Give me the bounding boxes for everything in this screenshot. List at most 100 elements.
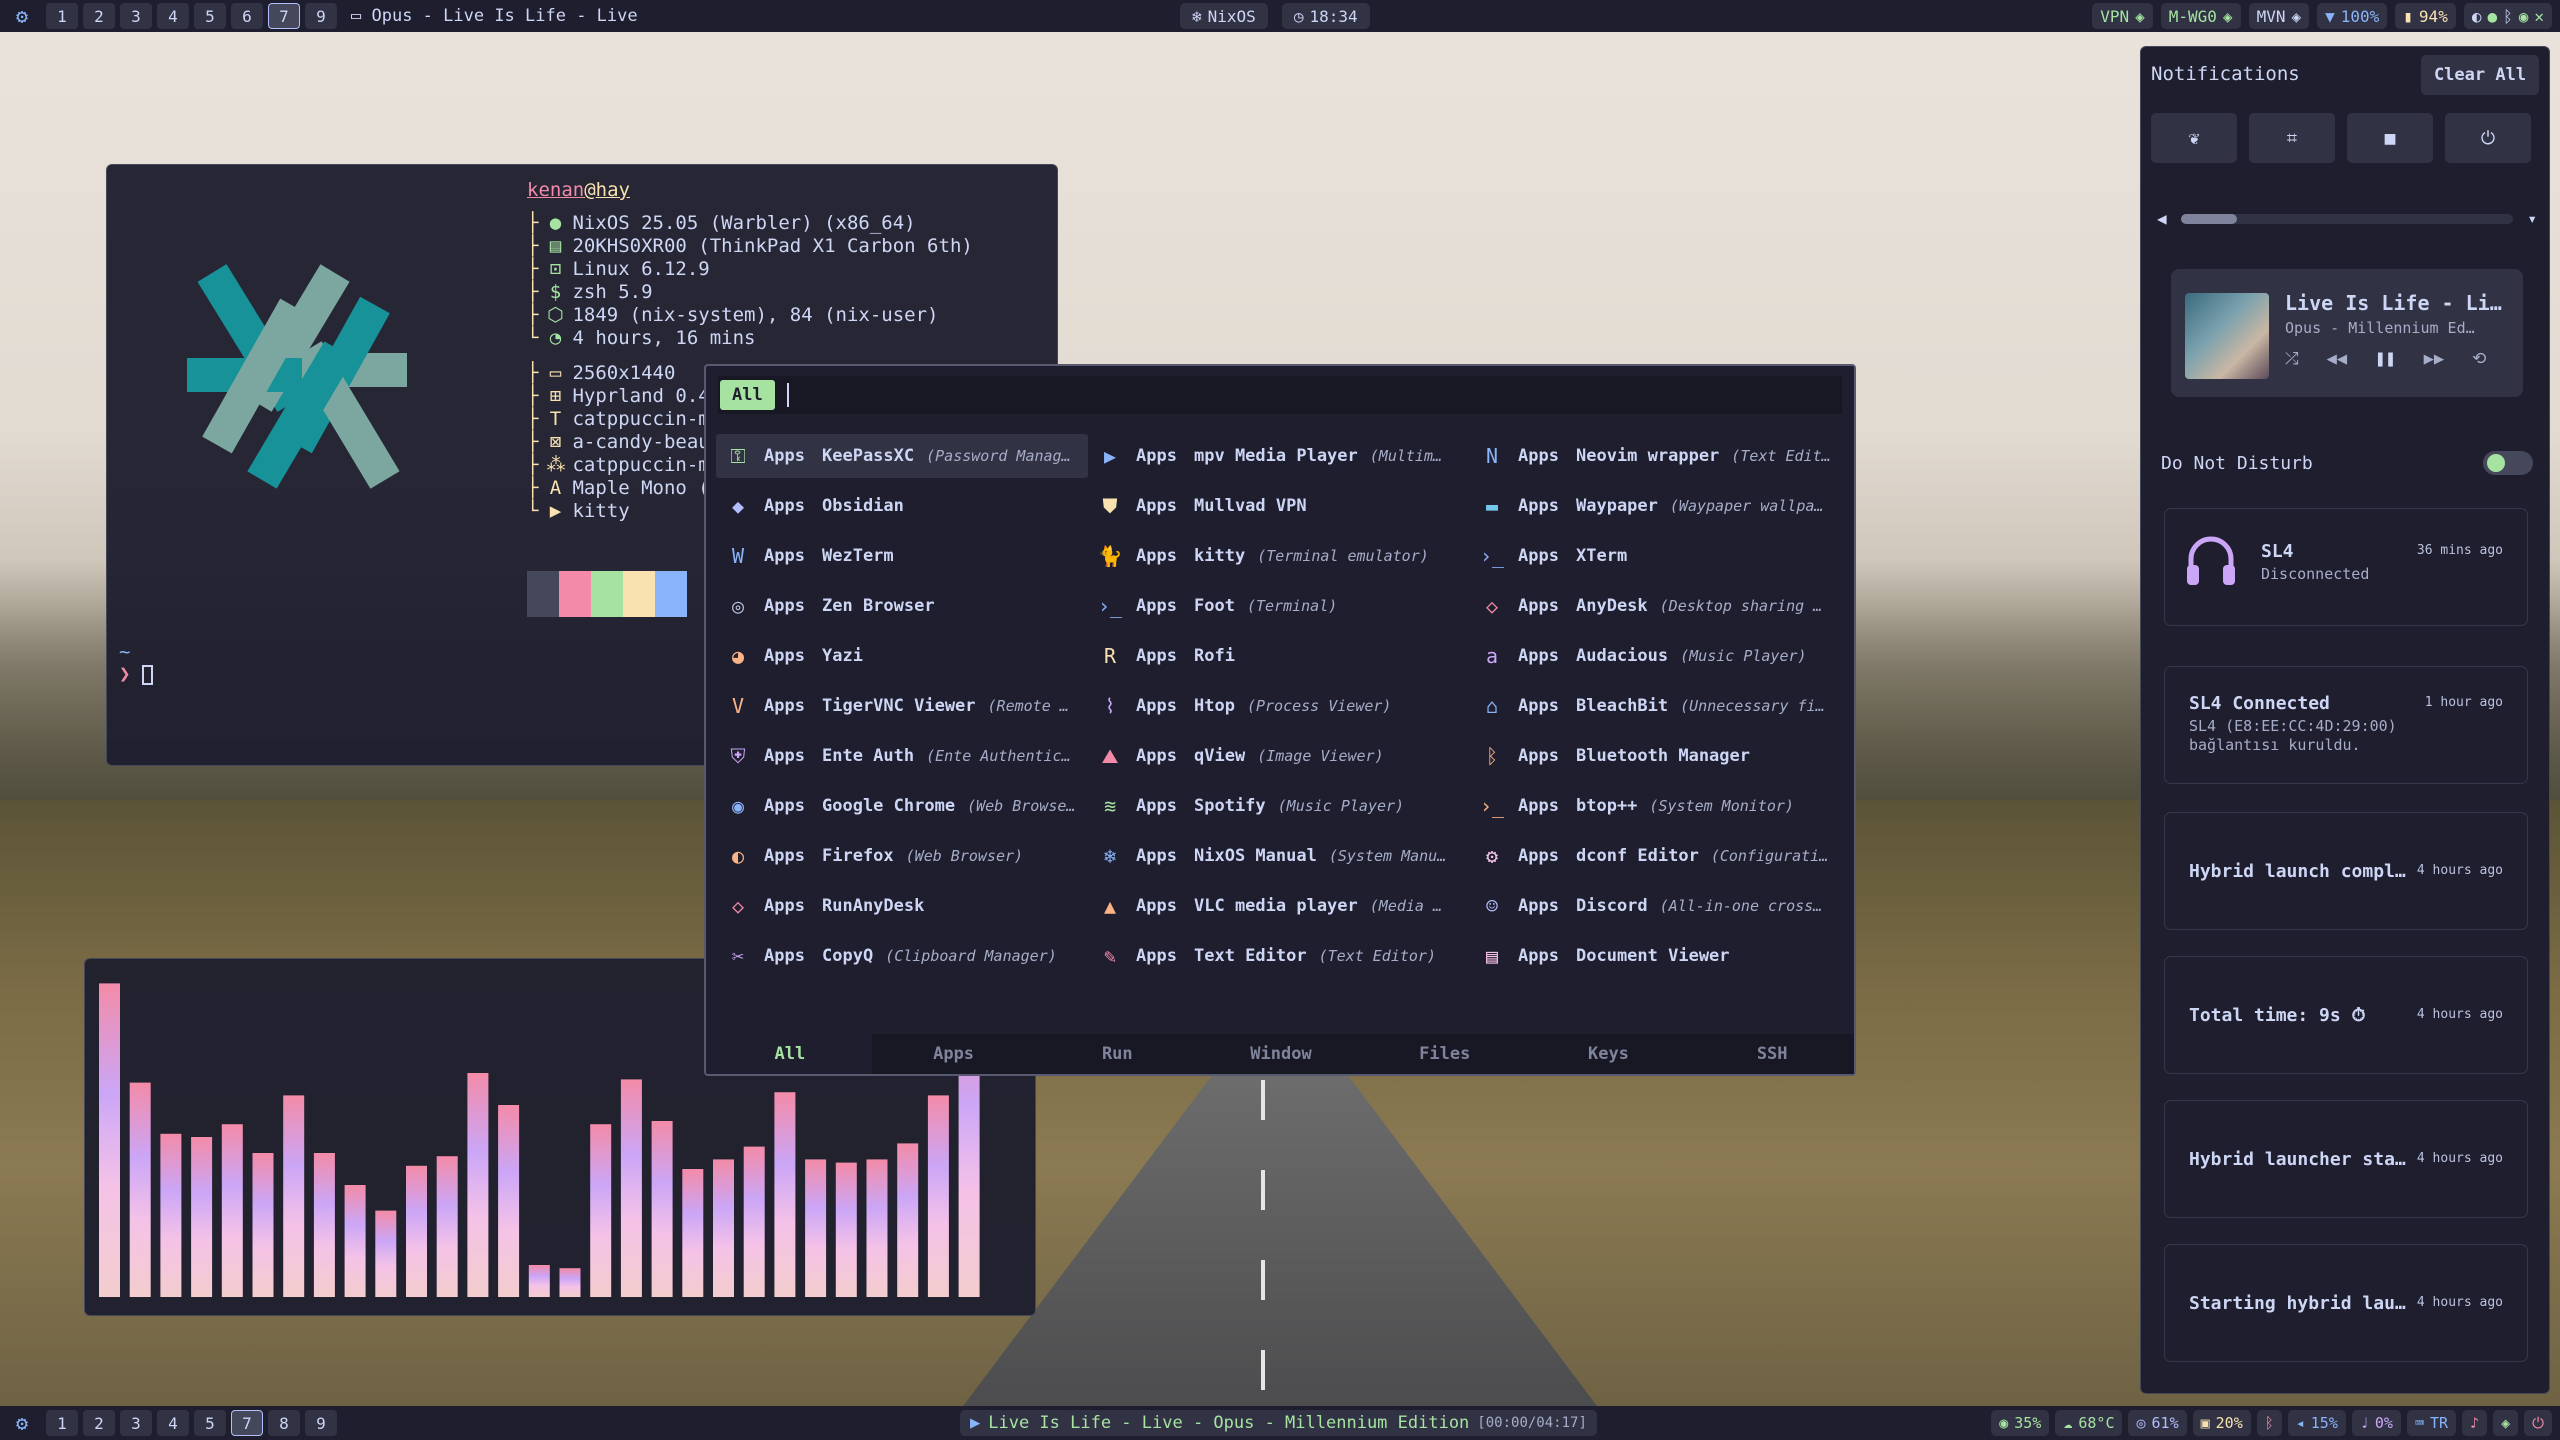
security-pill[interactable]: ◈: [2493, 1410, 2519, 1436]
pause-icon[interactable]: ❚❚: [2375, 349, 2395, 369]
cpu-pill[interactable]: ◉ 35%: [1991, 1410, 2050, 1436]
updates-tray-icon[interactable]: ✕: [2534, 7, 2544, 26]
launcher-item[interactable]: ◎ Apps Zen Browser: [716, 584, 1088, 628]
launcher-item[interactable]: ◐ Apps Firefox (Web Browser): [716, 834, 1088, 878]
launcher-item[interactable]: ◆ Apps Obsidian: [716, 484, 1088, 528]
next-icon[interactable]: ▶▶: [2424, 349, 2444, 369]
launcher-item[interactable]: ⌇ Apps Htop (Process Viewer): [1088, 684, 1470, 728]
workspace-button[interactable]: 6: [231, 3, 263, 29]
previous-icon[interactable]: ◀◀: [2327, 349, 2347, 369]
workspace-button[interactable]: 5: [194, 1410, 226, 1436]
record-button[interactable]: ■: [2347, 113, 2433, 163]
network-tray-icon[interactable]: ◉: [2519, 7, 2529, 26]
mode-tag[interactable]: All: [720, 380, 775, 410]
tab-window[interactable]: Window: [1199, 1034, 1363, 1074]
os-pill[interactable]: ❄ NixOS: [1180, 3, 1268, 29]
ram-pill[interactable]: ◎ 61%: [2128, 1410, 2187, 1436]
tab-ssh[interactable]: SSH: [1690, 1034, 1854, 1074]
launcher-item[interactable]: ▶ Apps mpv Media Player (Multim…: [1088, 434, 1470, 478]
notification-card[interactable]: Hybrid launcher sta… 4 hours ago: [2165, 1101, 2527, 1217]
chevron-down-icon[interactable]: ▾: [2527, 209, 2537, 228]
workspace-button[interactable]: 9: [305, 1410, 337, 1436]
discord-tray-icon[interactable]: ◐: [2472, 7, 2482, 26]
workspace-button[interactable]: 3: [120, 1410, 152, 1436]
shell-prompt[interactable]: ~ ❯: [119, 641, 153, 685]
screenshot-button[interactable]: ⌗: [2249, 113, 2335, 163]
launcher-search-input[interactable]: [800, 380, 1801, 410]
launcher-item[interactable]: ◇ Apps RunAnyDesk: [716, 884, 1088, 928]
bluetooth-tray-icon[interactable]: ᛒ: [2503, 7, 2513, 26]
launcher-item[interactable]: ▲ Apps VLC media player (Media …: [1088, 884, 1470, 928]
launcher-item[interactable]: ›_ Apps Foot (Terminal): [1088, 584, 1470, 628]
workspace-button[interactable]: 5: [194, 3, 226, 29]
tab-run[interactable]: Run: [1035, 1034, 1199, 1074]
launcher-item[interactable]: 🐈 Apps kitty (Terminal emulator): [1088, 534, 1470, 578]
notifications-pill[interactable]: ♪: [2462, 1410, 2488, 1436]
workspace-button[interactable]: 9: [305, 3, 337, 29]
repeat-icon[interactable]: ⟲: [2472, 349, 2486, 369]
settings-gear-icon[interactable]: ⚙: [6, 1409, 38, 1437]
workspace-button[interactable]: 7: [231, 1410, 263, 1436]
tab-files[interactable]: Files: [1363, 1034, 1527, 1074]
launcher-item[interactable]: ⛨ Apps Ente Auth (Ente Authentic…: [716, 734, 1088, 778]
volume-slider[interactable]: [2180, 213, 2514, 224]
keyboard-layout-pill[interactable]: ⌨ TR: [2406, 1410, 2457, 1436]
launcher-item[interactable]: N Apps Neovim wrapper (Text Edit…: [1470, 434, 1854, 478]
mvn-pill[interactable]: MVN ◈: [2248, 3, 2310, 29]
workspace-button[interactable]: 7: [268, 3, 300, 29]
launcher-item[interactable]: ⌂ Apps BleachBit (Unnecessary fi…: [1470, 684, 1854, 728]
shuffle-icon[interactable]: ⤮: [2285, 349, 2299, 369]
workspace-button[interactable]: 8: [268, 1410, 300, 1436]
launcher-item[interactable]: ⛰ Apps qView (Image Viewer): [1088, 734, 1470, 778]
launcher-item[interactable]: ⚿ Apps KeePassXC (Password Manag…: [716, 434, 1088, 478]
leaf-button[interactable]: ❦: [2151, 113, 2237, 163]
launcher-item[interactable]: ⛊ Apps Mullvad VPN: [1088, 484, 1470, 528]
wifi-pill[interactable]: ▼ 100%: [2317, 3, 2388, 29]
launcher-item[interactable]: ›_ Apps XTerm: [1470, 534, 1854, 578]
launcher-item[interactable]: R Apps Rofi: [1088, 634, 1470, 678]
workspace-button[interactable]: 1: [46, 1410, 78, 1436]
workspace-button[interactable]: 4: [157, 3, 189, 29]
launcher-item[interactable]: ◕ Apps Yazi: [716, 634, 1088, 678]
launcher-item[interactable]: ▬ Apps Waypaper (Waypaper wallpa…: [1470, 484, 1854, 528]
launcher-item[interactable]: ◇ Apps AnyDesk (Desktop sharing …: [1470, 584, 1854, 628]
workspace-button[interactable]: 2: [83, 3, 115, 29]
launcher-item[interactable]: ☺ Apps Discord (All-in-one cross…: [1470, 884, 1854, 928]
launcher-item[interactable]: ≋ Apps Spotify (Music Player): [1088, 784, 1470, 828]
launcher-item[interactable]: ◉ Apps Google Chrome (Web Browse…: [716, 784, 1088, 828]
notification-card[interactable]: Total time: 9s ⏱ 4 hours ago: [2165, 957, 2527, 1073]
spotify-tray-icon[interactable]: ●: [2487, 7, 2497, 26]
clear-all-button[interactable]: Clear All: [2421, 55, 2539, 95]
notification-card[interactable]: SL4 Connected 1 hour ago SL4 (E8:EE:CC:4D:…: [2165, 667, 2527, 783]
launcher-item[interactable]: ▤ Apps Document Viewer: [1470, 934, 1854, 978]
notification-card[interactable]: SL4 36 mins ago Disconnected: [2165, 509, 2527, 625]
brightness-pill[interactable]: ◂ 15%: [2287, 1410, 2346, 1436]
launcher-item[interactable]: ᛒ Apps Bluetooth Manager: [1470, 734, 1854, 778]
notification-card[interactable]: Hybrid launch compl… 4 hours ago: [2165, 813, 2527, 929]
clock-pill[interactable]: ◷ 18:34: [1281, 3, 1370, 29]
launcher-item[interactable]: a Apps Audacious (Music Player): [1470, 634, 1854, 678]
temp-pill[interactable]: ☁ 68°C: [2055, 1410, 2123, 1436]
bluetooth-pill[interactable]: ᛒ: [2256, 1410, 2282, 1436]
power-pill[interactable]: ⏻: [2524, 1410, 2552, 1436]
workspace-button[interactable]: 2: [83, 1410, 115, 1436]
launcher-gear-icon[interactable]: ⚙: [6, 2, 38, 30]
tab-keys[interactable]: Keys: [1527, 1034, 1691, 1074]
tab-apps[interactable]: Apps: [872, 1034, 1036, 1074]
launcher-item[interactable]: W Apps WezTerm: [716, 534, 1088, 578]
now-playing-pill[interactable]: ▶ Live Is Life - Live - Opus - Millenniu…: [960, 1410, 1597, 1436]
disk-pill[interactable]: ▣ 20%: [2192, 1410, 2251, 1436]
wg-pill[interactable]: M-WG0 ◈: [2160, 3, 2241, 29]
workspace-button[interactable]: 3: [120, 3, 152, 29]
launcher-item[interactable]: ❄ Apps NixOS Manual (System Manu…: [1088, 834, 1470, 878]
launcher-item[interactable]: ›_ Apps btop++ (System Monitor): [1470, 784, 1854, 828]
launcher-item[interactable]: ✂ Apps CopyQ (Clipboard Manager): [716, 934, 1088, 978]
launcher-item[interactable]: ✎ Apps Text Editor (Text Editor): [1088, 934, 1470, 978]
power-button[interactable]: ⏻: [2445, 113, 2531, 163]
battery-pill[interactable]: ▮ 94%: [2395, 3, 2456, 29]
dnd-toggle[interactable]: [2483, 451, 2533, 475]
mic-pill[interactable]: ♩ 0%: [2351, 1410, 2401, 1436]
launcher-item[interactable]: V Apps TigerVNC Viewer (Remote …: [716, 684, 1088, 728]
tab-all[interactable]: All: [708, 1034, 872, 1074]
workspace-button[interactable]: 4: [157, 1410, 189, 1436]
